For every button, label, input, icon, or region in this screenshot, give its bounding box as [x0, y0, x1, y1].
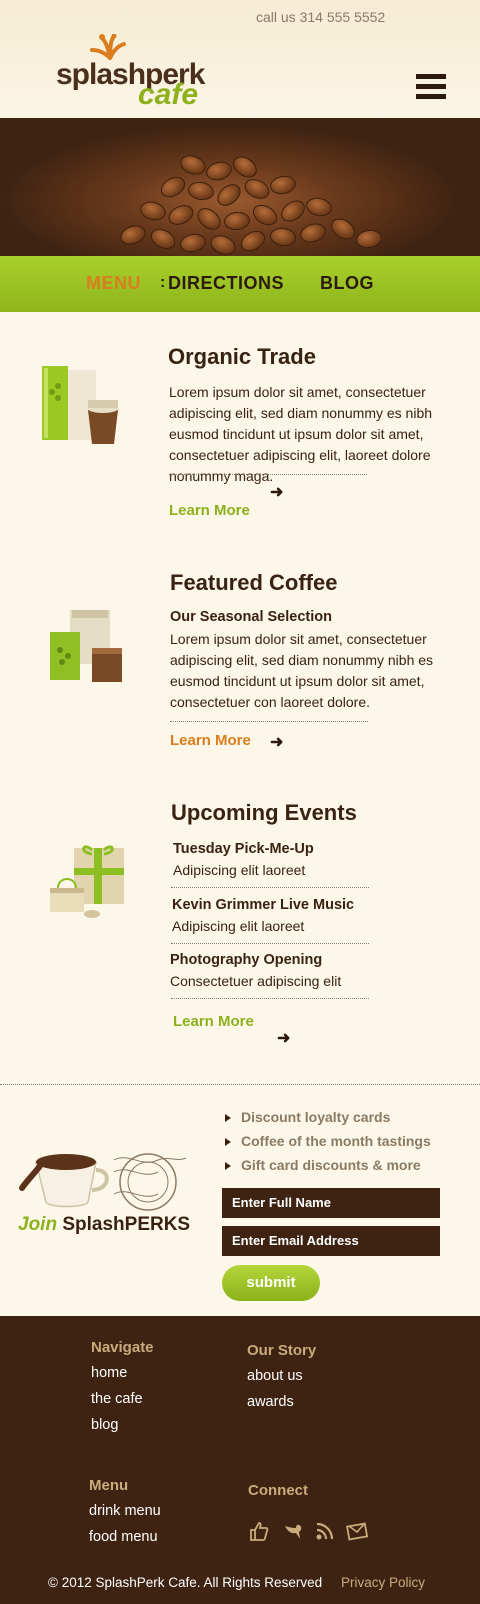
organic-trade-title: Organic Trade: [168, 344, 316, 369]
footer-navigate-heading: Navigate: [91, 1339, 154, 1356]
join-text: Join: [18, 1214, 58, 1235]
hamburger-menu-icon[interactable]: [416, 74, 446, 102]
nav-directions[interactable]: DIRECTIONS: [168, 273, 284, 294]
benefit-item: Coffee of the month tastings: [225, 1133, 431, 1149]
rss-icon[interactable]: [314, 1520, 336, 1542]
join-splashperks-logo[interactable]: Join SplashPERKS: [18, 1214, 190, 1236]
splash-icon: [90, 34, 126, 60]
submit-button[interactable]: submit: [222, 1265, 320, 1301]
upcoming-events-title: Upcoming Events: [171, 800, 357, 825]
arrow-right-icon[interactable]: ➜: [270, 732, 283, 752]
organic-learn-more[interactable]: Learn More: [169, 502, 250, 519]
bird-icon[interactable]: [282, 1520, 304, 1542]
divider: [170, 721, 368, 722]
logo-subtext: cafe: [138, 78, 199, 111]
full-name-field[interactable]: Enter Full Name: [222, 1188, 440, 1218]
benefit-item: Discount loyalty cards: [225, 1109, 390, 1125]
footer-link-home[interactable]: home: [91, 1365, 127, 1381]
coffee-bags-icon: [50, 610, 122, 682]
event-name[interactable]: Kevin Grimmer Live Music: [172, 897, 354, 913]
coffee-bag-cup-icon: [42, 366, 119, 444]
gift-boxes-icon: [50, 845, 124, 918]
email-field[interactable]: Enter Email Address: [222, 1226, 440, 1256]
footer-link-awards[interactable]: awards: [247, 1394, 294, 1410]
logo[interactable]: splashperk cafe: [56, 34, 216, 114]
event-name[interactable]: Photography Opening: [170, 952, 322, 968]
main-nav: MENU : DIRECTIONS BLOG: [0, 256, 480, 312]
footer-link-drink-menu[interactable]: drink menu: [89, 1503, 161, 1519]
featured-coffee-title: Featured Coffee: [170, 570, 338, 595]
featured-learn-more[interactable]: Learn More: [170, 732, 251, 749]
events-learn-more[interactable]: Learn More: [173, 1013, 254, 1030]
event-desc: Adipiscing elit laoreet: [172, 918, 305, 934]
organic-trade-body: Lorem ipsum dolor sit amet, consectetuer…: [169, 384, 433, 484]
divider: [171, 943, 369, 944]
footer-link-blog[interactable]: blog: [91, 1417, 118, 1433]
event-desc: Consectetuer adipiscing elit: [170, 973, 342, 989]
footer-link-the-cafe[interactable]: the cafe: [91, 1391, 143, 1407]
divider: [171, 887, 369, 888]
event-desc: Adipiscing elit laoreet: [173, 862, 306, 878]
section-divider: [0, 1084, 480, 1085]
nav-separator: :: [160, 274, 166, 291]
divider: [169, 474, 367, 475]
featured-coffee-body: Lorem ipsum dolor sit amet, consectetuer…: [170, 631, 434, 710]
event-name[interactable]: Tuesday Pick-Me-Up: [173, 841, 314, 857]
footer-link-food-menu[interactable]: food menu: [89, 1529, 158, 1545]
nav-blog[interactable]: BLOG: [320, 273, 374, 294]
hero-coffee-beans-image: [0, 118, 480, 256]
footer: [0, 1316, 480, 1604]
footer-link-about-us[interactable]: about us: [247, 1368, 303, 1384]
arrow-right-icon[interactable]: ➜: [277, 1028, 290, 1048]
footer-menu-heading: Menu: [89, 1477, 129, 1494]
splashperks-text: SplashPERKS: [62, 1214, 191, 1235]
benefit-item: Gift card discounts & more: [225, 1157, 421, 1173]
phone-number[interactable]: call us 314 555 5552: [256, 9, 385, 25]
envelope-icon[interactable]: [346, 1520, 369, 1542]
header: call us 314 555 5552 splashperk cafe: [0, 0, 480, 118]
copyright-text: © 2012 SplashPerk Cafe. All Rights Reser…: [48, 1575, 323, 1590]
privacy-policy-link[interactable]: Privacy Policy: [341, 1575, 425, 1590]
nav-menu[interactable]: MENU: [86, 273, 141, 294]
divider: [171, 998, 369, 999]
thumbs-up-icon[interactable]: [248, 1520, 270, 1542]
coffee-cup-stamp-icon: [19, 1153, 187, 1211]
featured-coffee-subtitle: Our Seasonal Selection: [170, 609, 332, 625]
footer-our-story-heading: Our Story: [247, 1342, 317, 1359]
arrow-right-icon[interactable]: ➜: [270, 482, 283, 502]
footer-connect-heading: Connect: [248, 1482, 308, 1499]
